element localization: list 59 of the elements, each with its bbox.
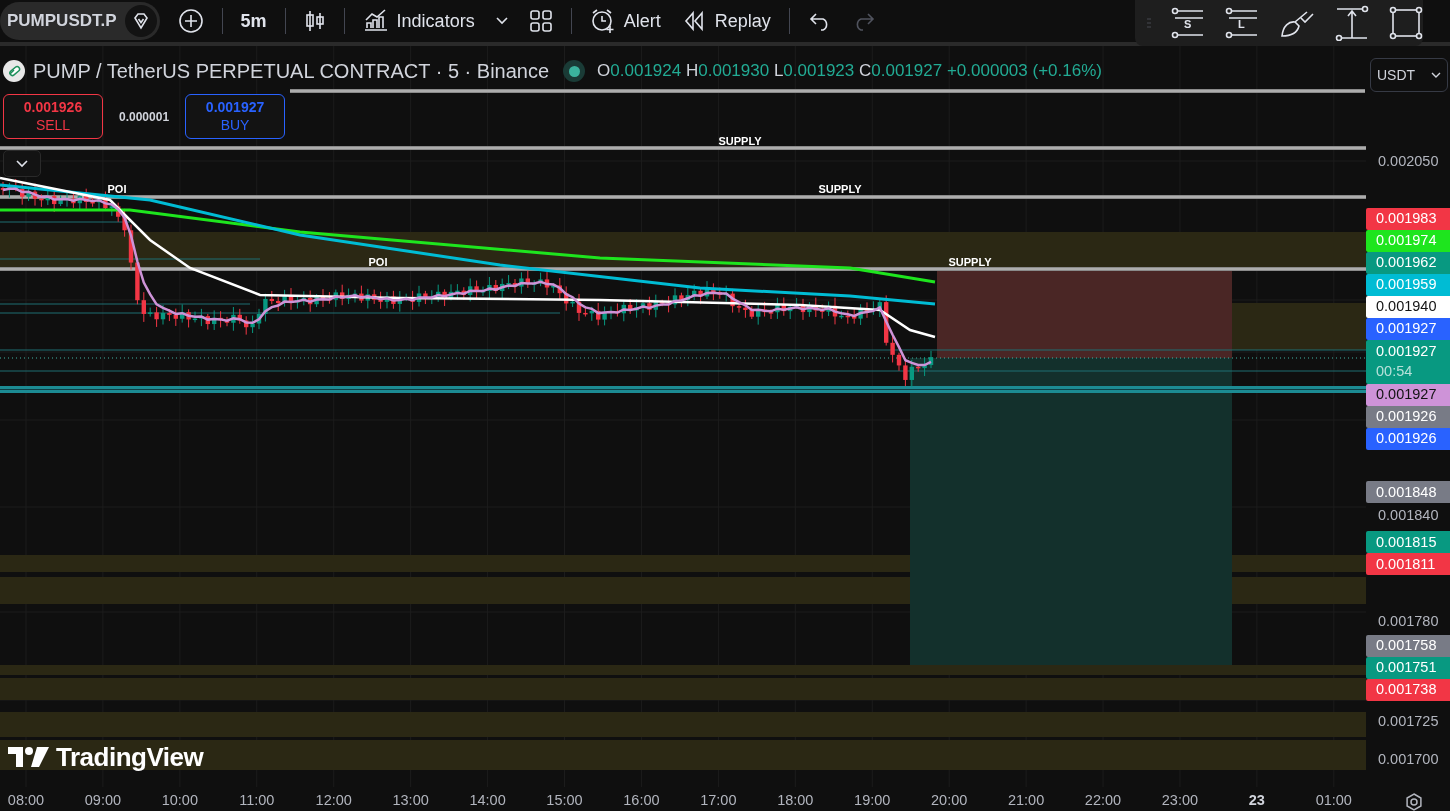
supply-label: SUPPLY (718, 135, 762, 147)
time-label: 15:00 (546, 791, 583, 810)
price-marker: 0.001983 (1366, 207, 1450, 230)
symbol-title: PUMP / TetherUS PERPETUAL CONTRACT · 5 · Binance (33, 59, 550, 84)
date-label: 23 (1248, 791, 1265, 810)
supply-label: SUPPLY (948, 256, 992, 268)
price-tick: 0.001725 (1378, 712, 1439, 732)
price-marker: 0.001811 (1366, 553, 1450, 576)
time-label: 20:00 (931, 791, 968, 810)
price-marker: 0.001959 (1366, 273, 1450, 296)
price-marker: 0.001751 (1366, 657, 1450, 680)
price-tick: 0.002050 (1378, 152, 1439, 171)
supply-label: SUPPLY (818, 183, 862, 195)
time-label: 10:00 (161, 791, 198, 810)
time-label: 08:00 (7, 791, 45, 810)
time-label: 11:00 (239, 791, 275, 810)
time-label: 09:00 (84, 791, 122, 810)
time-label: 18:00 (777, 791, 814, 810)
long-position-tool[interactable]: L (1225, 6, 1259, 40)
symbol-button[interactable]: PUMPUSDT.P (7, 8, 117, 34)
sell-button[interactable]: 0.001926 SELL (3, 94, 103, 139)
time-label: 12:00 (315, 791, 352, 810)
price-tick: 0.001780 (1378, 612, 1439, 632)
currency-dropdown[interactable]: USDT (1370, 58, 1448, 92)
price-marker: 0.001738 (1366, 679, 1450, 702)
time-label: 22:00 (1084, 791, 1122, 810)
price-tick: 0.001840 (1378, 506, 1439, 526)
indicators-button[interactable]: Indicators (354, 3, 483, 39)
price-marker: 0.001940 (1366, 295, 1450, 318)
price-marker: 0.001926 (1366, 405, 1450, 428)
time-label: 16:00 (623, 791, 660, 810)
price-marker: 0.001926 (1366, 427, 1450, 450)
price-marker: 0.001848 (1366, 481, 1450, 504)
time-label: 17:00 (700, 791, 737, 810)
price-marker: 0.001927 00:54 (1366, 339, 1450, 384)
interval-button[interactable]: 5m (232, 3, 275, 39)
time-label: 13:00 (392, 791, 429, 810)
poi-label: POI (368, 256, 388, 268)
ohlc-values: O0.001924 H0.001930 L0.001923 C0.001927 +0.000003 (+0.16%) (597, 60, 1102, 83)
price-marker: 0.001927 (1366, 317, 1450, 340)
time-label: 19:00 (854, 791, 891, 810)
spread-value: 0.000001 (118, 108, 171, 126)
time-label: 14:00 (469, 791, 506, 810)
replay-button[interactable]: Replay (672, 3, 779, 39)
price-marker: 0.001927 (1366, 383, 1450, 406)
price-marker: 0.001974 (1366, 229, 1450, 252)
short-position-tool[interactable]: S (1171, 6, 1205, 40)
buy-button[interactable]: 0.001927 BUY (185, 94, 286, 139)
tradingview-logo: TradingView (8, 738, 204, 777)
poi-label: POI (107, 183, 127, 195)
price-marker: 0.001815 (1366, 531, 1450, 554)
time-label: 21:00 (1007, 791, 1045, 810)
alert-button[interactable]: Alert (581, 3, 669, 39)
price-marker: 0.001758 (1366, 635, 1450, 658)
price-marker: 0.001962 (1366, 251, 1450, 274)
time-label: 01:00 (1315, 791, 1352, 810)
price-tick: 0.001700 (1378, 749, 1439, 769)
time-label: 23:00 (1161, 791, 1199, 810)
symbol-search[interactable]: PUMPUSDT.P (0, 2, 160, 40)
